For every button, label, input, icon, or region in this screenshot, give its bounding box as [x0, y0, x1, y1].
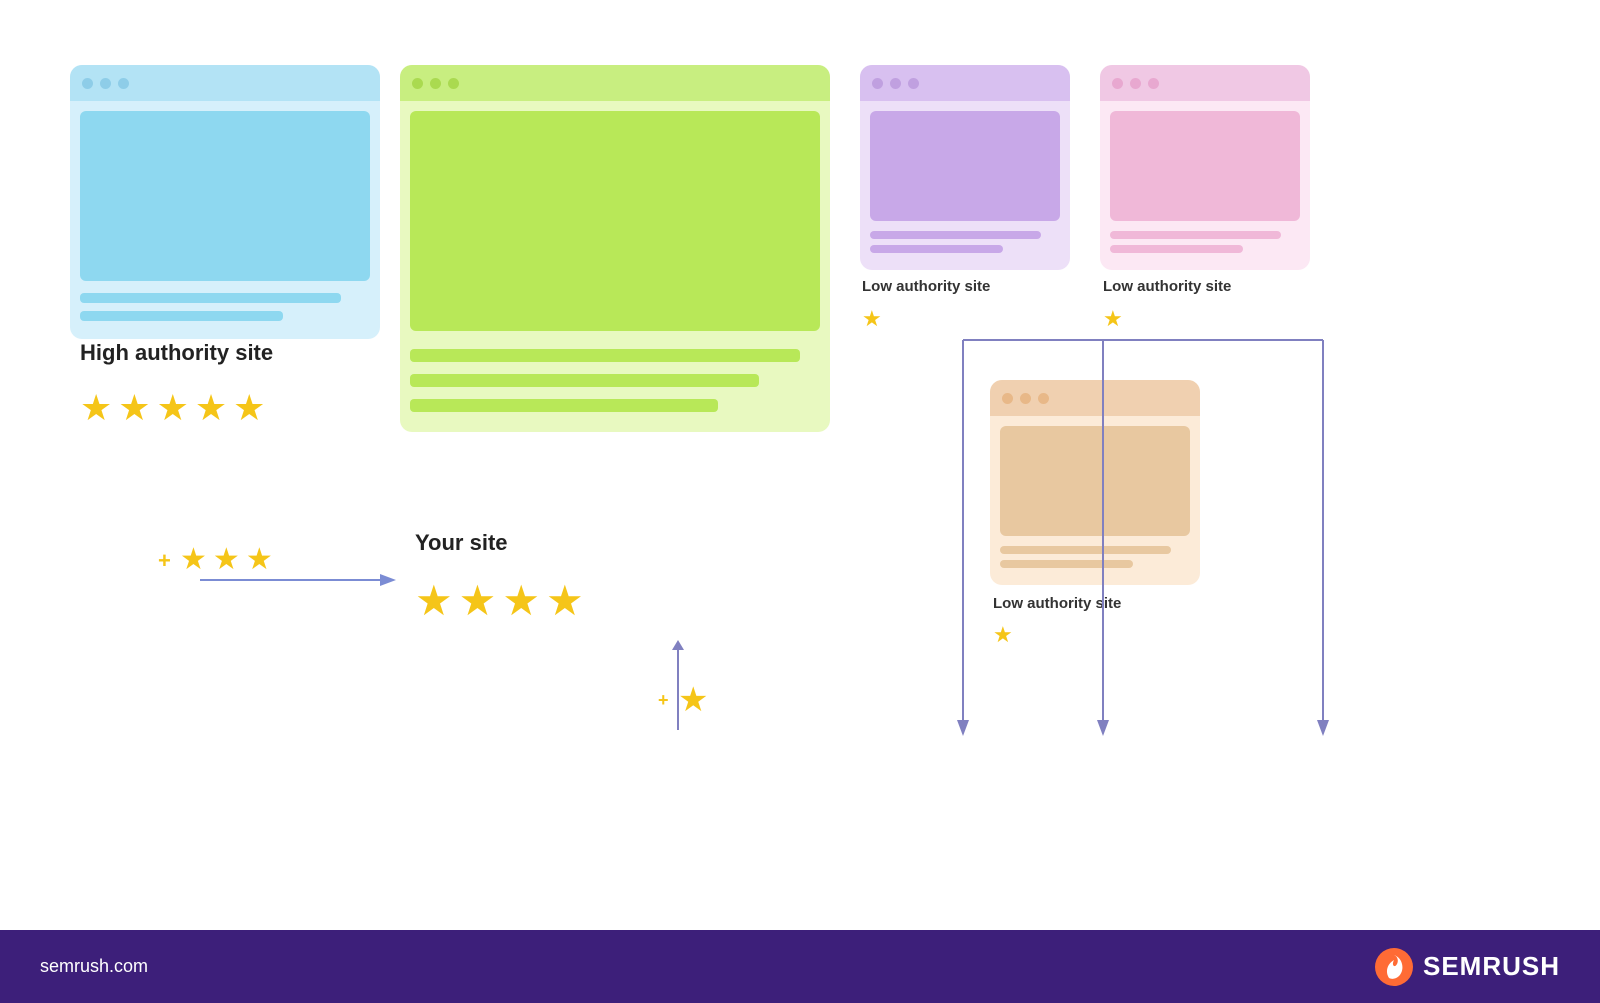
low-authority-purple-label: Low authority site — [862, 278, 990, 295]
high-authority-image — [80, 111, 370, 281]
pink-star1: ★ — [1103, 308, 1123, 330]
low-authority-pink-stars: ★ — [1103, 308, 1123, 330]
purple-titlebar — [860, 65, 1070, 101]
dot8 — [890, 78, 901, 89]
bonus-star: ★ — [678, 680, 708, 720]
high-authority-body — [70, 101, 380, 339]
your-site-plus: + — [658, 690, 669, 711]
line4 — [410, 374, 759, 387]
your-site-image — [410, 111, 820, 331]
pink-titlebar — [1100, 65, 1310, 101]
your-site-titlebar — [400, 65, 830, 101]
dot3 — [118, 78, 129, 89]
line3 — [410, 349, 800, 362]
dot10 — [1112, 78, 1123, 89]
dot2 — [100, 78, 111, 89]
line1 — [80, 293, 341, 303]
t-star3: ★ — [246, 545, 273, 575]
star2: ★ — [118, 390, 150, 426]
line8 — [1110, 231, 1281, 239]
transfer-stars: ★ ★ ★ — [180, 545, 273, 575]
star1: ★ — [80, 390, 112, 426]
your-site-stars: ★ ★ ★ ★ — [415, 580, 584, 622]
dot12 — [1148, 78, 1159, 89]
your-site-card — [400, 65, 830, 432]
main-content: High authority site ★ ★ ★ ★ ★ Your site … — [0, 0, 1600, 930]
line7 — [870, 245, 1003, 253]
purple-image — [870, 111, 1060, 221]
dot1 — [82, 78, 93, 89]
star3: ★ — [157, 390, 189, 426]
high-authority-titlebar — [70, 65, 380, 101]
line5 — [410, 399, 718, 412]
semrush-logo: SEMRUSH — [1375, 948, 1560, 986]
your-star2: ★ — [459, 580, 497, 622]
low-authority-pink-label: Low authority site — [1103, 278, 1231, 295]
high-authority-card — [70, 65, 380, 339]
pink-image — [1110, 111, 1300, 221]
dot6 — [448, 78, 459, 89]
your-site-body — [400, 101, 830, 432]
low-authority-pink-card — [1100, 65, 1310, 270]
purple-body — [860, 101, 1070, 270]
dot11 — [1130, 78, 1141, 89]
dot5 — [430, 78, 441, 89]
pink-body — [1100, 101, 1310, 270]
line9 — [1110, 245, 1243, 253]
high-authority-stars: ★ ★ ★ ★ ★ — [80, 390, 265, 426]
your-site-bonus-star: ★ — [678, 680, 708, 720]
star5: ★ — [233, 390, 265, 426]
your-star4: ★ — [546, 580, 584, 622]
dot4 — [412, 78, 423, 89]
t-star2: ★ — [213, 545, 240, 575]
footer: semrush.com SEMRUSH — [0, 930, 1600, 1003]
semrush-icon — [1375, 948, 1413, 986]
footer-url: semrush.com — [40, 956, 148, 977]
low-authority-purple-card — [860, 65, 1070, 270]
purple-star1: ★ — [862, 308, 882, 330]
high-authority-label: High authority site — [80, 340, 273, 366]
t-star1: ★ — [180, 545, 207, 575]
semrush-brand-text: SEMRUSH — [1423, 951, 1560, 982]
dot9 — [908, 78, 919, 89]
your-star3: ★ — [502, 580, 540, 622]
high-to-your-plus: + — [158, 548, 171, 574]
line2 — [80, 311, 283, 321]
line6 — [870, 231, 1041, 239]
star4: ★ — [195, 390, 227, 426]
low-authority-purple-stars: ★ — [862, 308, 882, 330]
dot7 — [872, 78, 883, 89]
low-authority-arrows — [855, 340, 1335, 750]
